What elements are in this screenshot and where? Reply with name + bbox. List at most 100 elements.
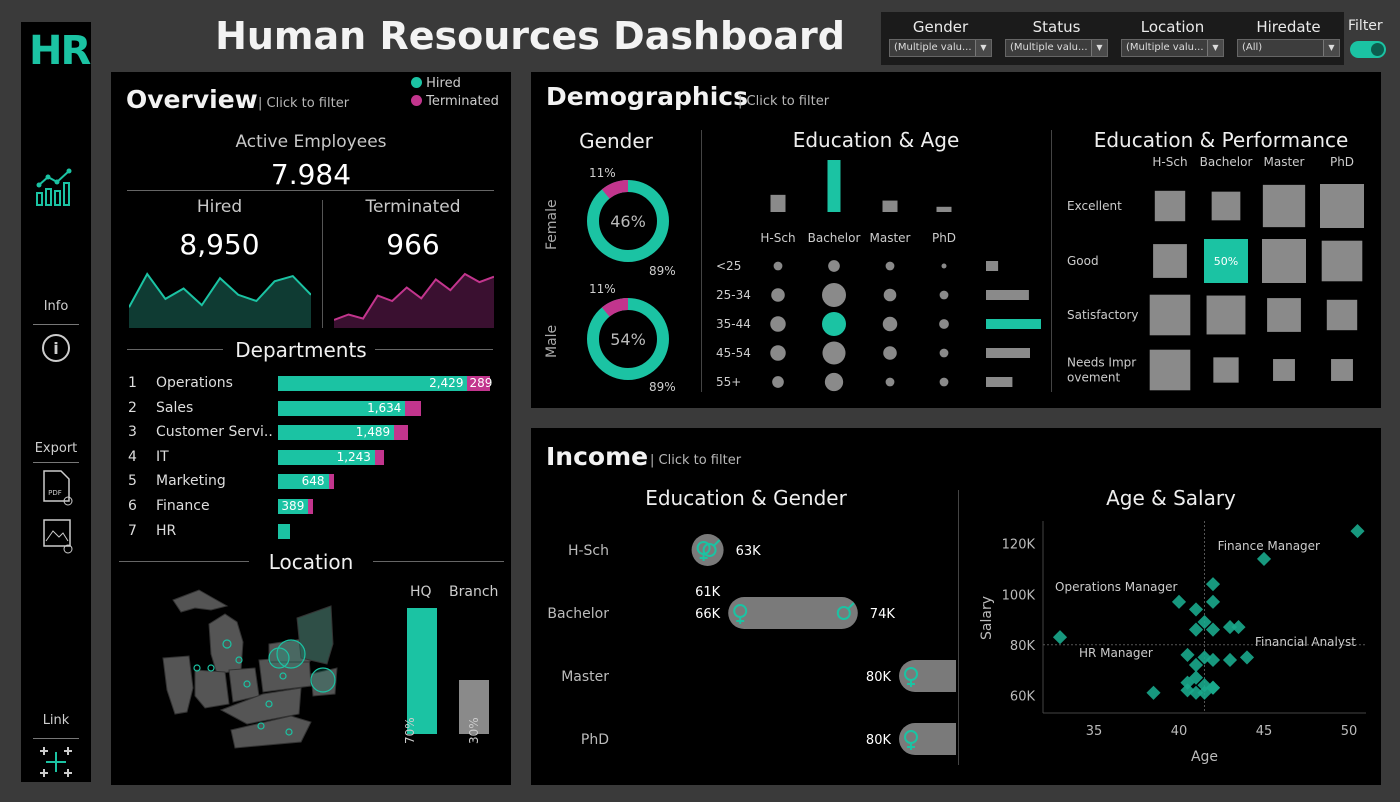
department-row[interactable]: 4 IT 1,243	[128, 447, 498, 467]
performance-square[interactable]	[1326, 299, 1358, 331]
department-terminated-bar[interactable]	[328, 474, 334, 490]
age-education-bubble[interactable]	[824, 372, 844, 392]
legend-hired[interactable]: Hired	[411, 76, 461, 91]
scatter-point[interactable]	[1180, 647, 1195, 662]
location-marker[interactable]	[207, 664, 215, 672]
male-donut[interactable]: 54%	[583, 294, 673, 384]
performance-square[interactable]	[1149, 294, 1191, 336]
age-education-bubble[interactable]	[772, 376, 784, 388]
age-education-bubble[interactable]	[883, 346, 897, 360]
department-row[interactable]: 7 HR	[128, 521, 498, 541]
department-row[interactable]: 3 Customer Servi.. 1,489	[128, 422, 498, 442]
export-image-icon[interactable]	[41, 517, 75, 555]
performance-square[interactable]	[1213, 357, 1239, 383]
performance-square[interactable]	[1320, 184, 1364, 228]
age-total-bar[interactable]	[986, 319, 1041, 329]
filter-status[interactable]: Status (Multiple valu... ▼	[1005, 18, 1108, 57]
performance-square[interactable]	[1149, 349, 1191, 391]
filter-hiredate[interactable]: Hiredate (All) ▼	[1237, 18, 1340, 57]
tableau-link-icon[interactable]	[38, 744, 74, 780]
education-age-chart[interactable]: H-Sch Bachelor Master PhD <25 25-34 35-44 45-54…	[706, 154, 1046, 394]
department-row[interactable]: 5 Marketing 648	[128, 471, 498, 491]
scatter-point[interactable]	[1052, 630, 1068, 645]
scatter-point[interactable]	[1350, 524, 1365, 539]
hr-logo[interactable]: HR	[29, 28, 91, 74]
hiredate-select[interactable]: (All) ▼	[1237, 39, 1340, 57]
sparkline-area[interactable]	[129, 274, 311, 328]
age-education-bubble[interactable]	[773, 261, 783, 271]
location-marker[interactable]	[310, 667, 336, 693]
income-range-pill[interactable]	[899, 723, 956, 755]
age-education-bubble[interactable]	[885, 261, 895, 271]
hq-bar[interactable]	[407, 608, 437, 734]
age-education-bubble[interactable]	[885, 377, 895, 387]
education-total-bar[interactable]	[770, 194, 786, 212]
age-education-bubble[interactable]	[939, 377, 949, 387]
location-select[interactable]: (Multiple valu... ▼	[1121, 39, 1224, 57]
department-terminated-bar[interactable]	[405, 400, 422, 416]
scatter-point[interactable]	[1171, 594, 1187, 609]
performance-square[interactable]	[1262, 184, 1306, 228]
education-total-bar[interactable]	[882, 200, 898, 212]
department-terminated-bar[interactable]	[308, 499, 313, 514]
scatter-point[interactable]	[1231, 620, 1246, 635]
scatter-point[interactable]	[1222, 652, 1238, 668]
map-region[interactable]	[194, 669, 230, 709]
income-range-pill[interactable]	[691, 534, 724, 566]
export-pdf-icon[interactable]: PDF	[41, 469, 75, 507]
age-education-bubble[interactable]	[882, 316, 898, 332]
scatter-point[interactable]	[1188, 602, 1204, 617]
age-total-bar[interactable]	[986, 290, 1029, 300]
department-row[interactable]: 6 Finance 389	[128, 496, 498, 516]
education-total-bar[interactable]	[936, 206, 952, 212]
age-education-bubble[interactable]	[883, 288, 897, 302]
department-terminated-bar[interactable]	[374, 449, 385, 465]
sparkline-area[interactable]	[334, 274, 494, 328]
age-education-bubble[interactable]	[770, 345, 786, 361]
donut-terminated-arc[interactable]	[601, 298, 629, 317]
department-hired-bar[interactable]	[278, 523, 290, 539]
legend-terminated[interactable]: Terminated	[411, 94, 499, 109]
performance-square[interactable]	[1153, 244, 1187, 278]
performance-square[interactable]	[1154, 190, 1186, 222]
filter-toggle[interactable]	[1350, 41, 1386, 58]
dashboard-nav-icon[interactable]	[35, 167, 77, 207]
terminated-sparkline[interactable]	[334, 268, 494, 328]
income-range-pill[interactable]	[899, 660, 956, 692]
age-education-bubble[interactable]	[822, 341, 846, 365]
female-donut[interactable]: 46%	[583, 176, 673, 266]
hired-sparkline[interactable]	[129, 268, 311, 328]
age-total-bar[interactable]	[986, 348, 1030, 358]
department-row[interactable]: 1 Operations 2,429 289	[128, 373, 498, 393]
age-education-bubble[interactable]	[828, 260, 840, 272]
performance-square[interactable]	[1331, 359, 1353, 381]
performance-square[interactable]	[1267, 298, 1301, 332]
age-education-bubble[interactable]	[822, 283, 846, 307]
education-gender-chart[interactable]: H-Sch63KBachelor66K74K61KMaster80K86K93K…	[541, 518, 956, 778]
age-education-bubble[interactable]	[822, 312, 846, 336]
performance-square[interactable]	[1211, 191, 1241, 221]
map-region[interactable]	[172, 589, 229, 613]
filter-location[interactable]: Location (Multiple valu... ▼	[1121, 18, 1224, 57]
age-education-bubble[interactable]	[770, 316, 786, 332]
department-row[interactable]: 2 Sales 1,634	[128, 398, 498, 418]
map-region[interactable]	[162, 655, 194, 715]
location-map[interactable]	[151, 584, 366, 759]
age-education-bubble[interactable]	[939, 319, 949, 329]
scatter-point[interactable]	[1205, 594, 1221, 609]
scatter-point[interactable]	[1205, 577, 1221, 592]
status-select[interactable]: (Multiple valu... ▼	[1005, 39, 1108, 57]
age-education-bubble[interactable]	[939, 290, 949, 300]
education-performance-chart[interactable]: H-Sch Bachelor Master PhD Excellent Good 50% Sa…	[1061, 154, 1371, 394]
age-education-bubble[interactable]	[941, 263, 947, 269]
scatter-point[interactable]	[1239, 650, 1255, 665]
performance-square[interactable]	[1206, 295, 1246, 335]
age-salary-chart[interactable]: 60K 80K 100K 120K 35 40 45 50 Age Salary Finance M…	[971, 513, 1376, 778]
map-region[interactable]	[208, 613, 244, 675]
scatter-point[interactable]	[1146, 685, 1161, 700]
filter-gender[interactable]: Gender (Multiple valu... ▼	[889, 18, 992, 57]
performance-square[interactable]	[1321, 240, 1363, 282]
education-total-bar[interactable]	[827, 160, 841, 212]
age-total-bar[interactable]	[986, 377, 1013, 387]
age-education-bubble[interactable]	[939, 348, 949, 358]
